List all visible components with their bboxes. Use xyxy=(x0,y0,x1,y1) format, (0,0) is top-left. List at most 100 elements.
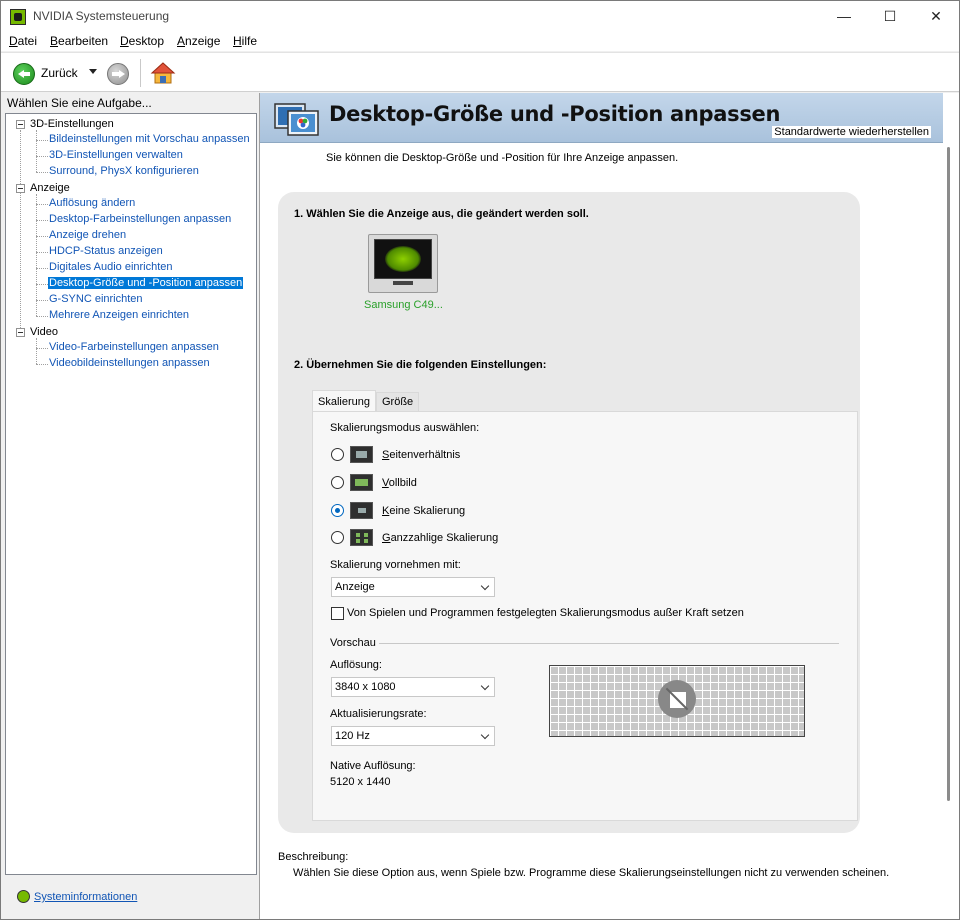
back-button-label[interactable]: Zurück xyxy=(41,66,78,80)
tree-item-farbeinstellungen[interactable]: Desktop-Farbeinstellungen anpassen xyxy=(48,213,232,225)
integer-scaling-icon xyxy=(350,529,373,546)
no-scaling-icon xyxy=(350,502,373,519)
nvidia-monitor-icon xyxy=(374,239,432,279)
toolbar: Zurück xyxy=(1,52,959,92)
menu-datei[interactable]: Datei xyxy=(9,34,37,48)
option-ganzzahlig[interactable]: Ganzzahlige Skalierung xyxy=(382,532,498,544)
menu-anzeige[interactable]: Anzeige xyxy=(177,34,220,48)
back-arrow-icon[interactable] xyxy=(13,63,35,85)
chevron-down-icon xyxy=(480,730,490,740)
description-text: Wählen Sie diese Option aus, wenn Spiele… xyxy=(293,867,890,879)
tree-connector xyxy=(36,236,48,237)
tree-group-anzeige[interactable]: Anzeige xyxy=(30,182,70,194)
task-tree: 3D-Einstellungen Bildeinstellungen mit V… xyxy=(5,113,257,875)
tree-item-hdcp[interactable]: HDCP-Status anzeigen xyxy=(48,245,164,257)
restore-defaults-link[interactable]: Standardwerte wiederherstellen xyxy=(772,126,931,138)
system-info-icon[interactable] xyxy=(17,890,30,903)
title-bar: NVIDIA Systemsteuerung — ☐ ✕ xyxy=(1,1,959,31)
resolution-value: 3840 x 1080 xyxy=(335,681,396,693)
back-history-dropdown-icon[interactable] xyxy=(89,69,97,74)
display-select-button[interactable] xyxy=(368,234,438,293)
refresh-rate-value: 120 Hz xyxy=(335,730,370,742)
tab-skalierung[interactable]: Skalierung xyxy=(312,390,376,413)
override-label[interactable]: Von Spielen und Programmen festgelegten … xyxy=(347,607,744,619)
perform-scaling-value: Anzeige xyxy=(335,581,375,593)
menu-desktop[interactable]: Desktop xyxy=(120,34,164,48)
monitor-stand xyxy=(393,281,413,285)
tree-group-video[interactable]: Video xyxy=(30,326,58,338)
preview-target-icon xyxy=(658,680,696,718)
menu-bearbeiten[interactable]: Bearbeiten xyxy=(50,34,108,48)
tree-item-videobild[interactable]: Videobildeinstellungen anpassen xyxy=(48,357,211,369)
tree-item-audio[interactable]: Digitales Audio einrichten xyxy=(48,261,174,273)
tree-item-video-farbe[interactable]: Video-Farbeinstellungen anpassen xyxy=(48,341,220,353)
tree-connector xyxy=(36,316,48,317)
tree-connector xyxy=(36,348,48,349)
chevron-down-icon xyxy=(480,681,490,691)
radio-ganzzahlig[interactable] xyxy=(331,531,344,544)
resolution-select[interactable]: 3840 x 1080 xyxy=(331,677,495,697)
perform-scaling-label: Skalierung vornehmen mit: xyxy=(330,559,461,571)
main-content: Desktop-Größe und -Position anpassen Sta… xyxy=(259,93,959,919)
collapse-toggle-icon[interactable] xyxy=(16,328,25,337)
task-header: Wählen Sie eine Aufgabe... xyxy=(1,93,257,113)
home-icon[interactable] xyxy=(150,61,176,85)
menu-hilfe[interactable]: Hilfe xyxy=(233,34,257,48)
tree-connector xyxy=(36,204,48,205)
page-title: Desktop-Größe und -Position anpassen xyxy=(329,102,781,126)
collapse-toggle-icon[interactable] xyxy=(16,184,25,193)
collapse-toggle-icon[interactable] xyxy=(16,120,25,129)
tree-connector xyxy=(36,252,48,253)
scaling-preview xyxy=(549,665,805,737)
aspect-ratio-icon xyxy=(350,446,373,463)
tree-group-3d[interactable]: 3D-Einstellungen xyxy=(30,118,114,130)
radio-seitenverhaeltnis[interactable] xyxy=(331,448,344,461)
option-vollbild[interactable]: Vollbild xyxy=(382,477,417,489)
description-heading: Beschreibung: xyxy=(278,851,349,863)
window-title: NVIDIA Systemsteuerung xyxy=(33,9,170,23)
tree-item-surround[interactable]: Surround, PhysX konfigurieren xyxy=(48,165,200,177)
tree-item-mehrere-anzeigen[interactable]: Mehrere Anzeigen einrichten xyxy=(48,309,190,321)
maximize-button[interactable]: ☐ xyxy=(867,1,913,31)
perform-scaling-select[interactable]: Anzeige xyxy=(331,577,495,597)
page-banner: Desktop-Größe und -Position anpassen Sta… xyxy=(260,93,943,143)
tree-connector xyxy=(36,338,37,364)
tree-connector xyxy=(36,300,48,301)
tree-item-anzeige-drehen[interactable]: Anzeige drehen xyxy=(48,229,127,241)
nvidia-app-icon xyxy=(10,9,26,25)
resolution-label: Auflösung: xyxy=(330,659,382,671)
minimize-button[interactable]: — xyxy=(821,1,867,31)
option-keine-skalierung[interactable]: Keine Skalierung xyxy=(382,505,465,517)
tree-item-bildeinstellungen[interactable]: Bildeinstellungen mit Vorschau anpassen xyxy=(48,133,251,145)
tree-item-3d-verwalten[interactable]: 3D-Einstellungen verwalten xyxy=(48,149,184,161)
tree-connector xyxy=(36,130,37,172)
display-name[interactable]: Samsung C49... xyxy=(364,299,443,311)
refresh-rate-select[interactable]: 120 Hz xyxy=(331,726,495,746)
toolbar-separator xyxy=(140,59,141,87)
app-window: NVIDIA Systemsteuerung — ☐ ✕ Datei Bearb… xyxy=(0,0,960,920)
close-button[interactable]: ✕ xyxy=(913,1,959,31)
tree-connector xyxy=(36,220,48,221)
option-seitenverhaeltnis[interactable]: Seitenverhältnis xyxy=(382,449,460,461)
tab-groesse[interactable]: Größe xyxy=(376,392,420,412)
tree-connector xyxy=(36,172,48,173)
menu-bar: Datei Bearbeiten Desktop Anzeige Hilfe xyxy=(1,31,959,51)
display-settings-icon xyxy=(274,103,319,136)
tree-item-gsync[interactable]: G-SYNC einrichten xyxy=(48,293,144,305)
tree-item-desktop-groesse[interactable]: Desktop-Größe und -Position anpassen xyxy=(48,277,244,289)
forward-arrow-icon[interactable] xyxy=(107,63,129,85)
tree-connector xyxy=(36,156,48,157)
radio-vollbild[interactable] xyxy=(331,476,344,489)
tab-content: Skalierungsmodus auswählen: Seitenverhäl… xyxy=(312,411,858,821)
tree-connector xyxy=(20,130,21,332)
override-checkbox[interactable] xyxy=(331,607,344,620)
preview-divider xyxy=(379,643,839,644)
scaling-mode-label: Skalierungsmodus auswählen: xyxy=(330,422,480,434)
radio-keine-skalierung[interactable] xyxy=(331,504,344,517)
fullscreen-icon xyxy=(350,474,373,491)
preview-label: Vorschau xyxy=(330,637,376,649)
tree-connector xyxy=(36,268,48,269)
system-info-link[interactable]: Systeminformationen xyxy=(34,891,137,903)
scrollbar-thumb[interactable] xyxy=(947,147,950,801)
tree-item-aufloesung[interactable]: Auflösung ändern xyxy=(48,197,136,209)
